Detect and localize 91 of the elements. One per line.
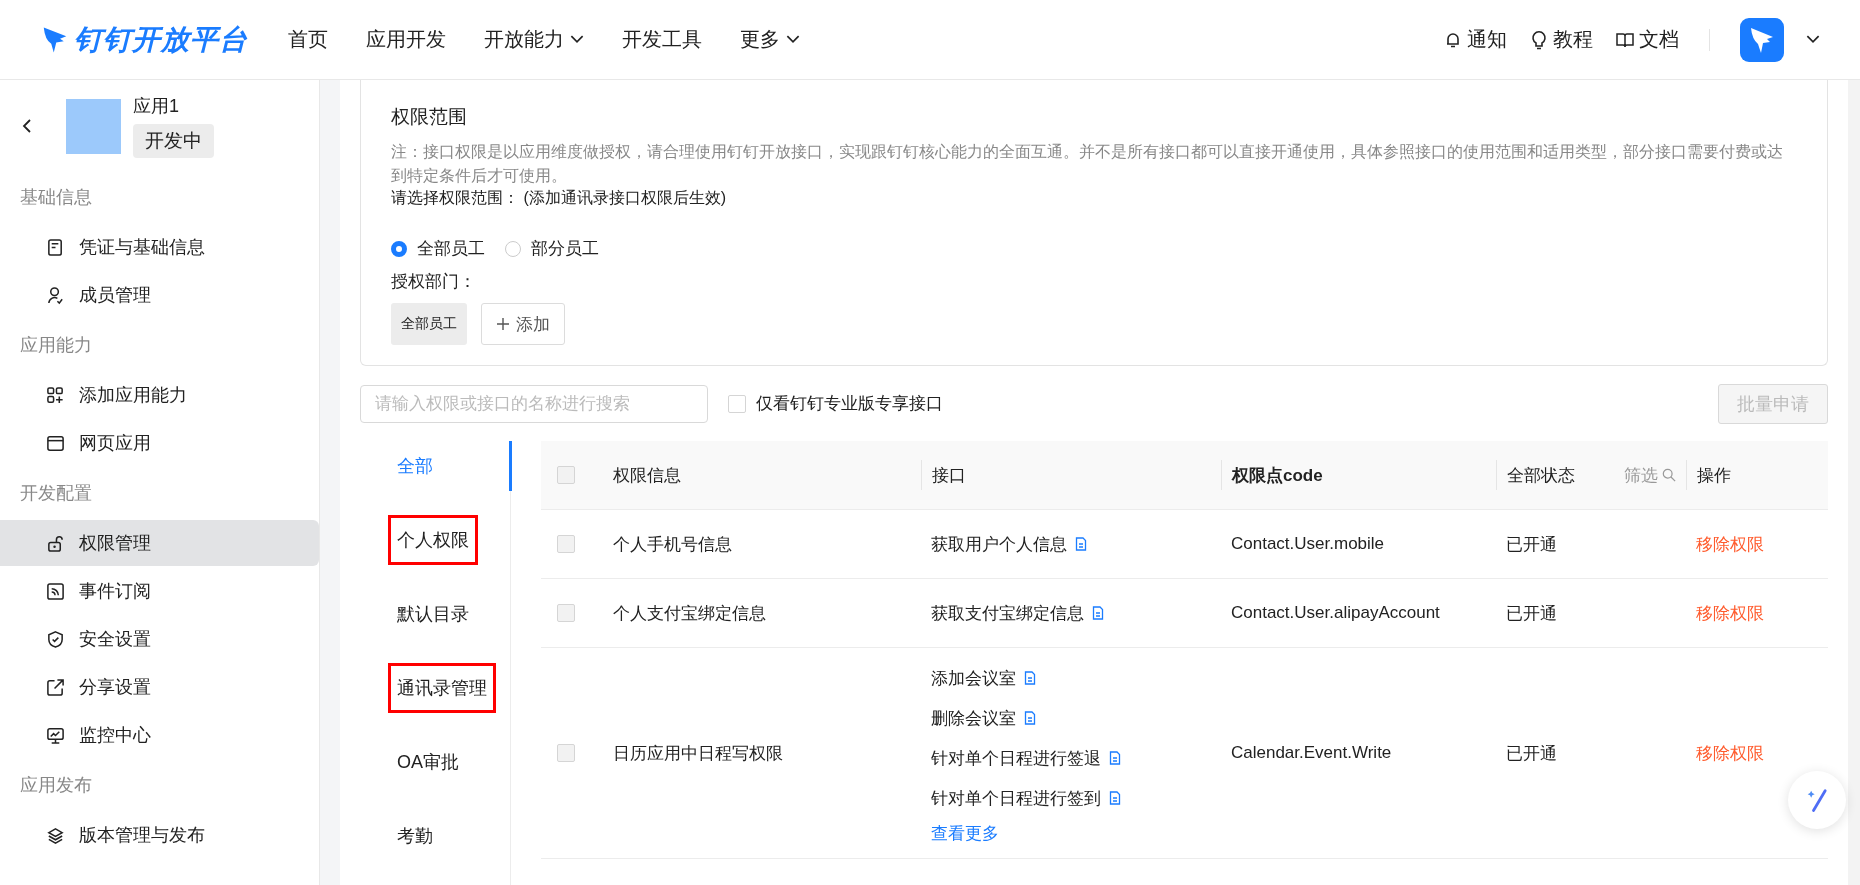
nav-link[interactable]: 开放能力 [484, 26, 584, 53]
row-checkbox[interactable] [557, 535, 575, 553]
note-text: 注：接口权限是以应用维度做授权，请合理使用钉钉开放接口，实现跟钉钉核心能力的全面互通。并不是所有接口都可以直接开通使用，具体参照接口的使用范围和适用类型，部分接口需要付费或达到特定条件后才可使用。 [391, 142, 1784, 186]
group-title: 应用发布 [19, 774, 93, 797]
back-icon[interactable] [22, 118, 32, 134]
nav-link[interactable]: 更多 [740, 26, 800, 53]
sidebar-item[interactable]: 版本管理与发布 [0, 812, 319, 858]
sidebar-item[interactable]: 网页应用 [0, 420, 319, 466]
sidebar-item[interactable]: 事件订阅 [0, 568, 319, 614]
status-tag: 开发中 [133, 124, 214, 158]
document-icon[interactable] [1109, 751, 1121, 765]
column-header: 权限点code [1232, 464, 1323, 487]
search-icon [1662, 468, 1676, 482]
sidebar-item[interactable]: 凭证与基础信息 [0, 224, 319, 270]
dept-tag: 全部员工 [391, 303, 467, 345]
group-title: 开发配置 [19, 482, 93, 505]
column-header: 接口 [932, 464, 966, 487]
pro-filter-checkbox[interactable]: 仅看钉钉专业版专享接口 [728, 392, 943, 415]
group-title: 应用能力 [19, 334, 93, 357]
section-title: 权限范围 [391, 105, 468, 129]
table-cell-text: 个人手机号信息 [613, 533, 732, 556]
api-link[interactable]: 添加会议室 [931, 666, 1016, 690]
table-cell-text: 个人支付宝绑定信息 [613, 602, 766, 625]
select-all-checkbox[interactable] [557, 466, 575, 484]
unlock-icon [46, 533, 65, 553]
app-name: 应用1 [133, 95, 179, 118]
add-button[interactable]: 添加 [481, 303, 565, 345]
api-link[interactable]: 获取用户个人信息 [931, 532, 1067, 556]
category-tab[interactable]: 全部 [388, 441, 442, 491]
document-icon[interactable] [1075, 537, 1087, 551]
chevron-down-icon[interactable] [1806, 35, 1820, 44]
plus-icon [496, 317, 510, 331]
category-tab[interactable]: 个人权限 [388, 515, 478, 565]
column-header: 全部状态 [1507, 464, 1575, 487]
column-header: 操作 [1697, 464, 1731, 487]
user-icon [46, 285, 65, 305]
header-link[interactable]: 通知 [1443, 26, 1507, 53]
category-tab[interactable]: OA审批 [388, 737, 468, 787]
header-link[interactable]: 文档 [1615, 26, 1679, 53]
document-icon[interactable] [1092, 606, 1104, 620]
apps-icon [46, 385, 65, 405]
sidebar-item[interactable]: 监控中心 [0, 712, 319, 758]
radio-button[interactable] [391, 240, 407, 257]
table-cell: Contact.User.mobile [1231, 534, 1385, 554]
table-cell-text: 已开通 [1506, 602, 1557, 625]
api-link[interactable]: 针对单个日程进行签到 [931, 786, 1101, 810]
layers-icon [46, 825, 65, 845]
column-header: 权限信息 [613, 464, 681, 487]
checkbox[interactable] [728, 394, 746, 413]
nav-link[interactable]: 首页 [288, 26, 328, 53]
row-checkbox[interactable] [557, 744, 575, 762]
nav-link[interactable]: 开发工具 [622, 26, 702, 53]
row-checkbox[interactable] [557, 604, 575, 622]
sidebar-item[interactable]: 安全设置 [0, 616, 319, 662]
share-icon [46, 677, 65, 697]
dept-label: 授权部门： [391, 271, 477, 293]
rss-icon [46, 581, 65, 601]
group-title: 基础信息 [19, 186, 93, 209]
table-cell: Calendar.Event.Write [1231, 743, 1392, 763]
sidebar-item[interactable]: 成员管理 [0, 272, 319, 318]
sidebar-item[interactable]: 权限管理 [0, 520, 319, 566]
document-icon [46, 237, 65, 257]
category-tab[interactable]: 通讯录管理 [388, 663, 496, 713]
logo-text[interactable]: 钉钉开放平台 [74, 20, 248, 59]
view-more-link[interactable]: 查看更多 [931, 818, 999, 848]
category-tab[interactable]: 考勤 [388, 811, 442, 861]
api-link[interactable]: 删除会议室 [931, 706, 1016, 730]
table-cell-text: 已开通 [1506, 533, 1557, 556]
search-field[interactable]: 请输入权限或接口的名称进行搜索 [360, 384, 708, 423]
document-icon[interactable] [1109, 791, 1121, 805]
api-link[interactable]: 针对单个日程进行签退 [931, 746, 1101, 770]
avatar-icon[interactable] [1740, 17, 1784, 62]
app-logo-image [66, 98, 121, 154]
sidebar-item[interactable]: 添加应用能力 [0, 372, 319, 418]
document-icon[interactable] [1024, 711, 1036, 725]
prompt-text: 请选择权限范围： (添加通讯录接口权限后生效) [391, 188, 728, 208]
shield-icon [46, 629, 65, 649]
sidebar-item[interactable]: 分享设置 [0, 664, 319, 710]
api-link[interactable]: 获取支付宝绑定信息 [931, 601, 1084, 625]
table-cell-text: 日历应用中日程写权限 [613, 742, 783, 765]
table-cell: Contact.User.alipayAccount [1231, 603, 1440, 623]
radio-option[interactable]: 全部员工 [391, 237, 485, 260]
radio-option[interactable]: 部分员工 [505, 237, 599, 260]
lightbulb-icon [1529, 29, 1549, 50]
header-link[interactable]: 教程 [1529, 26, 1593, 53]
document-icon[interactable] [1024, 671, 1036, 685]
nav-link[interactable]: 应用开发 [366, 26, 446, 53]
browser-icon [46, 433, 65, 453]
monitor-icon [46, 725, 65, 745]
category-tab[interactable]: 默认目录 [388, 589, 478, 639]
table-cell-text: 已开通 [1506, 742, 1557, 765]
